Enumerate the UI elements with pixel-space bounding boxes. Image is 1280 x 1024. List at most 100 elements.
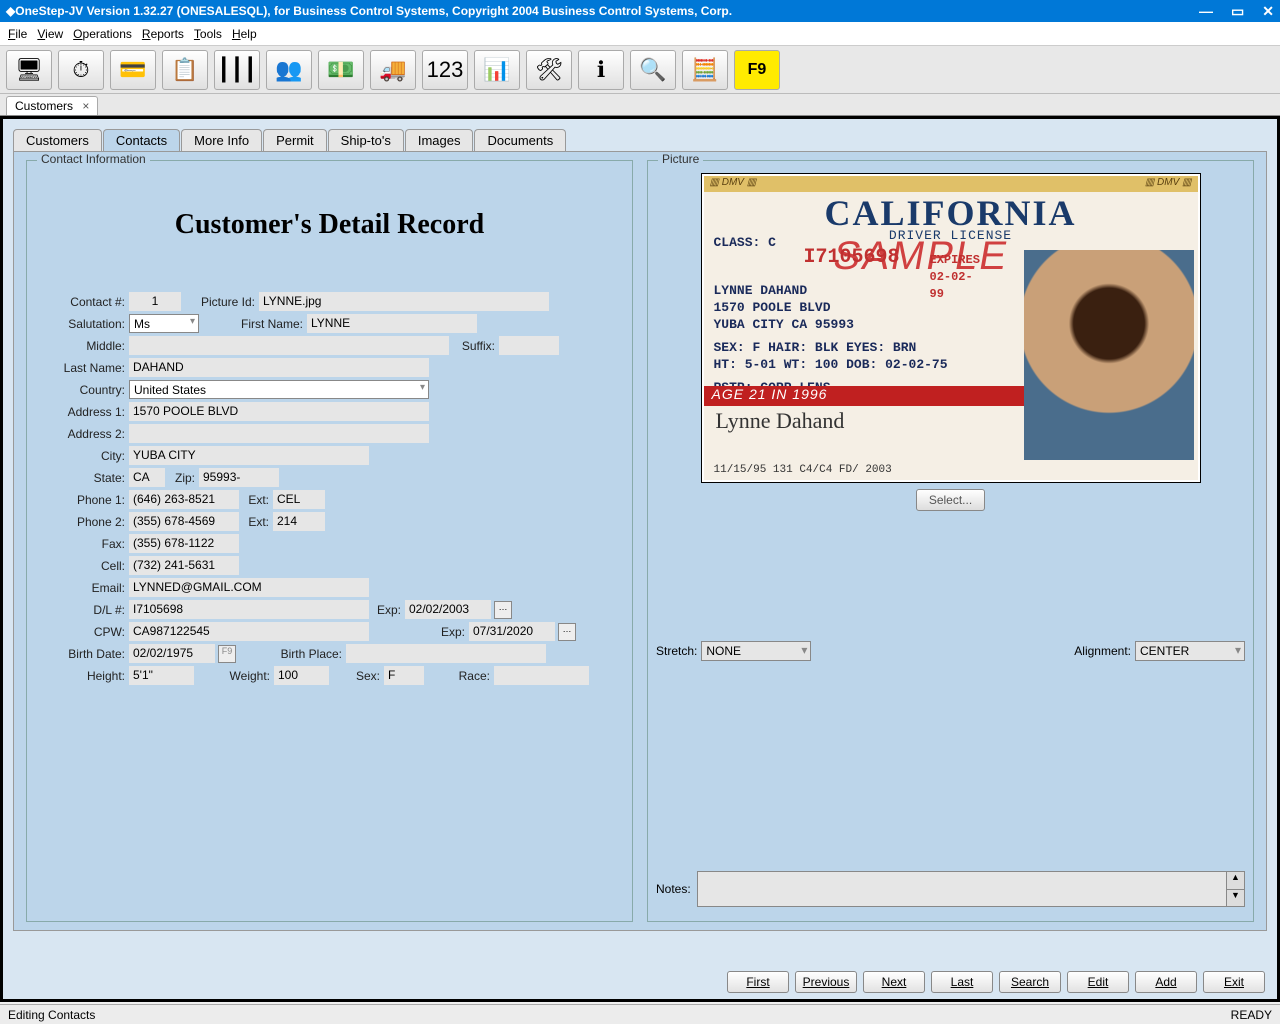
- toolbar-btn-4[interactable]: ┃┃┃: [214, 50, 260, 90]
- city-field[interactable]: YUBA CITY: [129, 446, 369, 465]
- close-icon[interactable]: ✕: [1262, 3, 1274, 20]
- exit-button[interactable]: Exit: [1203, 971, 1265, 993]
- label-phone2: Phone 2:: [35, 515, 129, 529]
- toolbar-btn-5[interactable]: 👥: [266, 50, 312, 90]
- zip-field[interactable]: 95993-: [199, 468, 279, 487]
- email-field[interactable]: LYNNED@GMAIL.COM: [129, 578, 369, 597]
- dl-exp-field[interactable]: 02/02/2003: [405, 600, 491, 619]
- label-contact-no: Contact #:: [35, 295, 129, 309]
- label-race: Race:: [424, 669, 494, 683]
- phone1-ext-field[interactable]: CEL: [273, 490, 325, 509]
- toolbar-btn-1[interactable]: ⏱: [58, 50, 104, 90]
- suffix-field[interactable]: [499, 336, 559, 355]
- race-field[interactable]: [494, 666, 589, 685]
- menu-file[interactable]: File: [8, 27, 27, 41]
- label-birth-date: Birth Date:: [35, 647, 129, 661]
- toolbar-btn-8[interactable]: 123: [422, 50, 468, 90]
- label-state: State:: [35, 471, 129, 485]
- label-suffix: Suffix:: [449, 339, 499, 353]
- toolbar-btn-9[interactable]: 📊: [474, 50, 520, 90]
- tab-shiptos[interactable]: Ship-to's: [328, 129, 404, 151]
- search-button[interactable]: Search: [999, 971, 1061, 993]
- notes-textarea[interactable]: ▲▼: [697, 871, 1245, 907]
- weight-field[interactable]: 100: [274, 666, 329, 685]
- toolbar-btn-2[interactable]: 💳: [110, 50, 156, 90]
- birth-f9-button[interactable]: F9: [218, 645, 236, 663]
- picture-id-field[interactable]: LYNNE.jpg: [259, 292, 549, 311]
- phone2-ext-field[interactable]: 214: [273, 512, 325, 531]
- select-picture-button[interactable]: Select...: [916, 489, 985, 511]
- salutation-dropdown[interactable]: Ms: [129, 314, 199, 333]
- contact-no-field[interactable]: 1: [129, 292, 181, 311]
- birth-place-field[interactable]: [346, 644, 546, 663]
- stretch-dropdown[interactable]: NONE: [701, 641, 811, 661]
- address1-field[interactable]: 1570 POOLE BLVD: [129, 402, 429, 421]
- dl-exp-picker-icon[interactable]: …: [494, 601, 512, 619]
- maximize-icon[interactable]: ▭: [1231, 3, 1244, 20]
- phone2-field[interactable]: (355) 678-4569: [129, 512, 239, 531]
- fax-field[interactable]: (355) 678-1122: [129, 534, 239, 553]
- phone1-field[interactable]: (646) 263-8521: [129, 490, 239, 509]
- menu-view[interactable]: View: [37, 27, 63, 41]
- menu-help[interactable]: Help: [232, 27, 257, 41]
- middle-field[interactable]: [129, 336, 449, 355]
- tab-label: Customers: [15, 99, 73, 113]
- picture-fieldset: Picture ▥ DMV ▥▥ DMV ▥ CALIFORNIA DRIVER…: [647, 160, 1254, 922]
- label-phone1: Phone 1:: [35, 493, 129, 507]
- page-title: Customer's Detail Record: [35, 209, 624, 241]
- tab-permit[interactable]: Permit: [263, 129, 327, 151]
- tab-customers[interactable]: Customers: [13, 129, 102, 151]
- toolbar-btn-6[interactable]: 💵: [318, 50, 364, 90]
- country-dropdown[interactable]: United States: [129, 380, 429, 399]
- toolbar-btn-7[interactable]: 🚚: [370, 50, 416, 90]
- height-field[interactable]: 5'1": [129, 666, 194, 685]
- toolbar-btn-10[interactable]: 🛠: [526, 50, 572, 90]
- label-cpw: CPW:: [35, 625, 129, 639]
- dl-field[interactable]: I7105698: [129, 600, 369, 619]
- tab-more-info[interactable]: More Info: [181, 129, 262, 151]
- label-salutation: Salutation:: [35, 317, 129, 331]
- license-image: ▥ DMV ▥▥ DMV ▥ CALIFORNIA DRIVER LICENSE…: [704, 176, 1198, 480]
- alignment-dropdown[interactable]: CENTER: [1135, 641, 1245, 661]
- picture-preview: ▥ DMV ▥▥ DMV ▥ CALIFORNIA DRIVER LICENSE…: [701, 173, 1201, 483]
- first-name-field[interactable]: LYNNE: [307, 314, 477, 333]
- sex-field[interactable]: F: [384, 666, 424, 685]
- last-name-field[interactable]: DAHAND: [129, 358, 429, 377]
- edit-button[interactable]: Edit: [1067, 971, 1129, 993]
- label-cpw-exp: Exp:: [369, 625, 469, 639]
- app-icon: ◆: [6, 4, 15, 18]
- notes-scrollbar[interactable]: ▲▼: [1226, 872, 1244, 906]
- first-button[interactable]: First: [727, 971, 789, 993]
- title-bar: ◆ OneStep-JV Version 1.32.27 (ONESALESQL…: [0, 0, 1280, 22]
- previous-button[interactable]: Previous: [795, 971, 857, 993]
- state-field[interactable]: CA: [129, 468, 165, 487]
- menu-tools[interactable]: Tools: [194, 27, 222, 41]
- menu-reports[interactable]: Reports: [142, 27, 184, 41]
- label-city: City:: [35, 449, 129, 463]
- next-button[interactable]: Next: [863, 971, 925, 993]
- toolbar-btn-13[interactable]: 🧮: [682, 50, 728, 90]
- toolbar-btn-12[interactable]: 🔍: [630, 50, 676, 90]
- close-tab-icon[interactable]: ×: [82, 99, 89, 113]
- minimize-icon[interactable]: —: [1199, 3, 1213, 20]
- tab-images[interactable]: Images: [405, 129, 474, 151]
- cpw-exp-field[interactable]: 07/31/2020: [469, 622, 555, 641]
- toolbar-btn-3[interactable]: 📋: [162, 50, 208, 90]
- toolbar-btn-11[interactable]: ℹ: [578, 50, 624, 90]
- license-name: LYNNE DAHAND: [714, 282, 948, 299]
- tab-documents[interactable]: Documents: [474, 129, 566, 151]
- menu-operations[interactable]: Operations: [73, 27, 132, 41]
- license-footer: 11/15/95 131 C4/C4 FD/ 2003: [714, 464, 892, 476]
- cpw-exp-picker-icon[interactable]: …: [558, 623, 576, 641]
- tab-contacts[interactable]: Contacts: [103, 129, 180, 151]
- cpw-field[interactable]: CA987122545: [129, 622, 369, 641]
- birth-date-field[interactable]: 02/02/1975: [129, 644, 215, 663]
- document-tab-customers[interactable]: Customers ×: [6, 96, 98, 115]
- label-dl: D/L #:: [35, 603, 129, 617]
- toolbar-btn-f9[interactable]: F9: [734, 50, 780, 90]
- address2-field[interactable]: [129, 424, 429, 443]
- toolbar-btn-0[interactable]: 🖥: [6, 50, 52, 90]
- cell-field[interactable]: (732) 241-5631: [129, 556, 239, 575]
- last-button[interactable]: Last: [931, 971, 993, 993]
- add-button[interactable]: Add: [1135, 971, 1197, 993]
